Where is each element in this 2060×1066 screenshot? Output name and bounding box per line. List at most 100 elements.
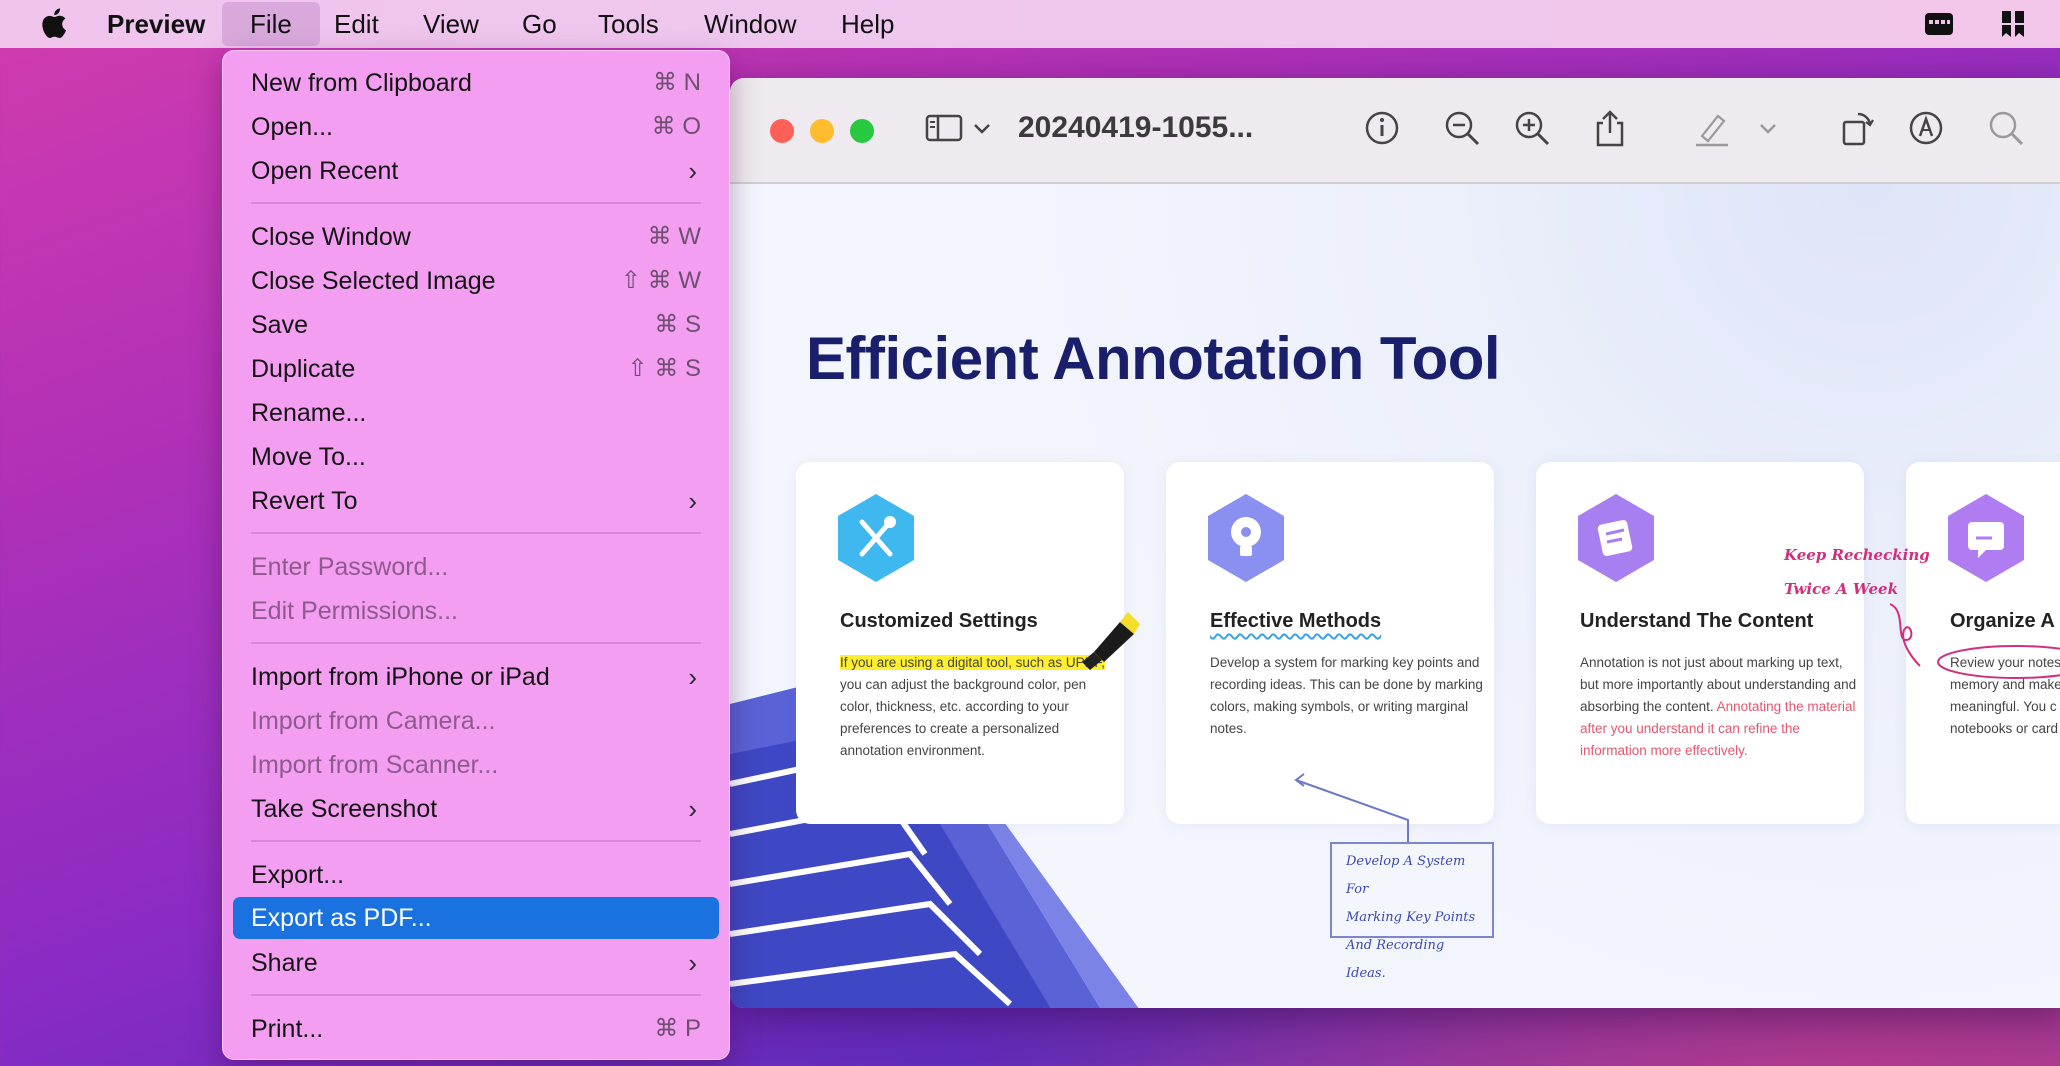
- edit-note-icon: [1948, 494, 2024, 582]
- menubar-tools[interactable]: Tools: [598, 0, 659, 48]
- menu-item-label: Share: [251, 949, 318, 977]
- document-title: 20240419-1055...: [1018, 111, 1254, 144]
- menu-item-import-from-iphone[interactable]: Import from iPhone or iPad ›: [251, 657, 701, 697]
- pink-arrow-annotation: [1889, 603, 1921, 667]
- menu-item-import-from-camera: Import from Camera...: [251, 701, 701, 741]
- menu-item-label: Close Window: [251, 223, 411, 251]
- menu-item-close-selected-image[interactable]: Close Selected Image ⇧ ⌘ W: [251, 261, 701, 301]
- menu-item-label: Export...: [251, 861, 345, 889]
- menu-item-enter-password: Enter Password...: [251, 547, 701, 587]
- menu-separator: [251, 202, 701, 204]
- shortcut-label: ⌘ O: [651, 113, 701, 140]
- highlight-options-chevron-icon[interactable]: [1756, 108, 1780, 148]
- menu-item-open-recent[interactable]: Open Recent ›: [251, 151, 701, 191]
- card-title: Effective Methods: [1210, 610, 1382, 632]
- sidebar-toggle-icon[interactable]: [924, 108, 964, 148]
- arrow-annotation: [1294, 773, 1409, 850]
- menu-item-label: Save: [251, 311, 308, 339]
- menu-item-new-from-clipboard[interactable]: New from Clipboard ⌘ N: [251, 63, 701, 103]
- menubar-window[interactable]: Window: [704, 0, 796, 48]
- chevron-right-icon: ›: [688, 662, 697, 692]
- chevron-right-icon: ›: [688, 486, 697, 516]
- menubar-app-name[interactable]: Preview: [107, 0, 205, 48]
- note-line: Marking Key Points: [1346, 910, 1476, 925]
- apple-logo-icon[interactable]: [38, 6, 68, 40]
- chevron-right-icon: ›: [688, 948, 697, 978]
- highlighted-text: If you are using a digital tool, such as…: [840, 655, 1105, 670]
- shortcut-label: ⌘ S: [654, 311, 701, 338]
- menu-item-print[interactable]: Print... ⌘ P: [251, 1009, 701, 1049]
- menu-item-save[interactable]: Save ⌘ S: [251, 305, 701, 345]
- menu-item-move-to[interactable]: Move To...: [251, 437, 701, 477]
- zoom-out-icon[interactable]: [1442, 108, 1482, 148]
- rotate-icon[interactable]: [1838, 108, 1878, 148]
- menu-item-label: Close Selected Image: [251, 267, 496, 295]
- tools-icon: [838, 494, 914, 582]
- card-text: Annotation is not just about marking up …: [1580, 652, 1862, 762]
- menu-item-label: Revert To: [251, 487, 358, 515]
- card-title: Customized Settings: [840, 610, 1038, 632]
- status-menu-icon[interactable]: [1922, 8, 1956, 40]
- note-line: Develop A System For: [1346, 854, 1466, 897]
- shortcut-label: ⌘ N: [653, 69, 701, 96]
- markup-icon[interactable]: [1906, 108, 1946, 148]
- card-title: Understand The Content: [1580, 610, 1814, 632]
- menu-item-rename[interactable]: Rename...: [251, 393, 701, 433]
- menu-item-label: Move To...: [251, 443, 366, 471]
- menu-item-label: Export as PDF...: [251, 904, 432, 932]
- menu-item-label: New from Clipboard: [251, 69, 472, 97]
- menubar-edit[interactable]: Edit: [334, 0, 379, 48]
- file-menu: New from Clipboard ⌘ N Open... ⌘ O Open Re…: [222, 50, 730, 1060]
- chevron-down-icon[interactable]: [970, 108, 994, 148]
- menu-separator: [251, 994, 701, 996]
- highlight-pen-icon[interactable]: [1692, 108, 1732, 148]
- card-title: Organize A: [1950, 610, 2055, 632]
- menu-item-label: Open...: [251, 113, 333, 141]
- zoom-in-icon[interactable]: [1512, 108, 1552, 148]
- menu-item-edit-permissions: Edit Permissions...: [251, 591, 701, 631]
- menubar-help[interactable]: Help: [841, 0, 894, 48]
- handwritten-note-2: Twice A Week: [1784, 580, 1898, 598]
- menu-item-export[interactable]: Export...: [251, 855, 701, 895]
- search-icon[interactable]: [1986, 108, 2026, 148]
- menu-item-label: Take Screenshot: [251, 795, 438, 823]
- preview-window: 20240419-1055... Efficient Annotation To…: [730, 78, 2060, 1008]
- menu-item-label: Rename...: [251, 399, 367, 427]
- menubar-file[interactable]: File: [222, 2, 320, 46]
- shortcut-label: ⌘ W: [647, 223, 701, 250]
- menu-separator: [251, 532, 701, 534]
- menu-bar: Preview File Edit View Go Tools Window H…: [0, 0, 2060, 48]
- menu-item-take-screenshot[interactable]: Take Screenshot ›: [251, 789, 701, 829]
- document-canvas[interactable]: Efficient Annotation Tool Customized Set…: [730, 184, 2060, 1008]
- menubar-view[interactable]: View: [423, 0, 479, 48]
- menubar-go[interactable]: Go: [522, 0, 557, 48]
- card-organize: Organize A Review your notes memory and …: [1906, 462, 2060, 824]
- close-window-button[interactable]: [770, 119, 794, 143]
- share-icon[interactable]: [1590, 108, 1630, 148]
- menu-item-revert-to[interactable]: Revert To ›: [251, 481, 701, 521]
- info-icon[interactable]: [1362, 108, 1402, 148]
- menu-item-close-window[interactable]: Close Window ⌘ W: [251, 217, 701, 257]
- pink-circle-annotation: [1937, 645, 2060, 679]
- menu-item-export-as-pdf[interactable]: Export as PDF...: [251, 898, 701, 938]
- shortcut-label: ⇧ ⌘ S: [627, 355, 701, 382]
- menu-item-import-from-scanner: Import from Scanner...: [251, 745, 701, 785]
- menu-item-label: Duplicate: [251, 355, 356, 383]
- chevron-right-icon: ›: [688, 156, 697, 186]
- menu-item-duplicate[interactable]: Duplicate ⇧ ⌘ S: [251, 349, 701, 389]
- card-body-text: you can adjust the background color, pen…: [840, 677, 1087, 758]
- lightbulb-icon: [1208, 494, 1284, 582]
- minimize-window-button[interactable]: [810, 119, 834, 143]
- card-customized-settings: Customized Settings If you are using a d…: [796, 462, 1140, 824]
- window-toolbar: 20240419-1055...: [730, 78, 2060, 184]
- shortcut-label: ⌘ P: [654, 1015, 701, 1042]
- menu-item-open[interactable]: Open... ⌘ O: [251, 107, 701, 147]
- note-line: And Recording Ideas.: [1346, 938, 1445, 981]
- menu-item-share[interactable]: Share ›: [251, 943, 701, 983]
- menu-separator: [251, 642, 701, 644]
- menu-item-label: Enter Password...: [251, 553, 449, 581]
- menu-item-label: Edit Permissions...: [251, 597, 459, 625]
- bookmark-grid-icon[interactable]: [1996, 8, 2030, 40]
- menu-item-label: Import from iPhone or iPad: [251, 663, 550, 691]
- zoom-window-button[interactable]: [850, 119, 874, 143]
